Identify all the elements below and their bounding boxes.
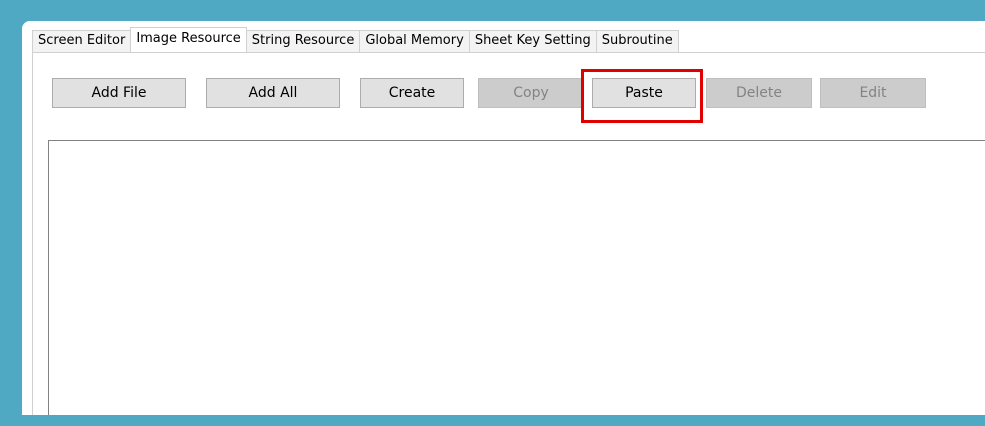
tab-global-memory[interactable]: Global Memory (359, 30, 470, 52)
tab-divider (32, 52, 985, 53)
app-window: Screen Editor Image Resource String Reso… (22, 21, 985, 415)
tab-sheet-key-setting[interactable]: Sheet Key Setting (468, 30, 597, 52)
tab-screen-editor[interactable]: Screen Editor (32, 30, 132, 52)
main-panel: Screen Editor Image Resource String Reso… (22, 21, 985, 415)
edit-button[interactable]: Edit (820, 78, 926, 108)
tab-subroutine[interactable]: Subroutine (595, 30, 679, 52)
paste-button[interactable]: Paste (592, 78, 696, 108)
tab-string-resource[interactable]: String Resource (245, 30, 361, 52)
copy-button[interactable]: Copy (478, 78, 584, 108)
tab-image-resource[interactable]: Image Resource (130, 27, 247, 52)
add-file-button[interactable]: Add File (52, 78, 186, 108)
add-all-button[interactable]: Add All (206, 78, 340, 108)
create-button[interactable]: Create (360, 78, 464, 108)
delete-button[interactable]: Delete (706, 78, 812, 108)
tab-bar: Screen Editor Image Resource String Reso… (32, 27, 679, 52)
content-left-border (32, 52, 33, 415)
image-resource-list[interactable] (48, 140, 985, 415)
